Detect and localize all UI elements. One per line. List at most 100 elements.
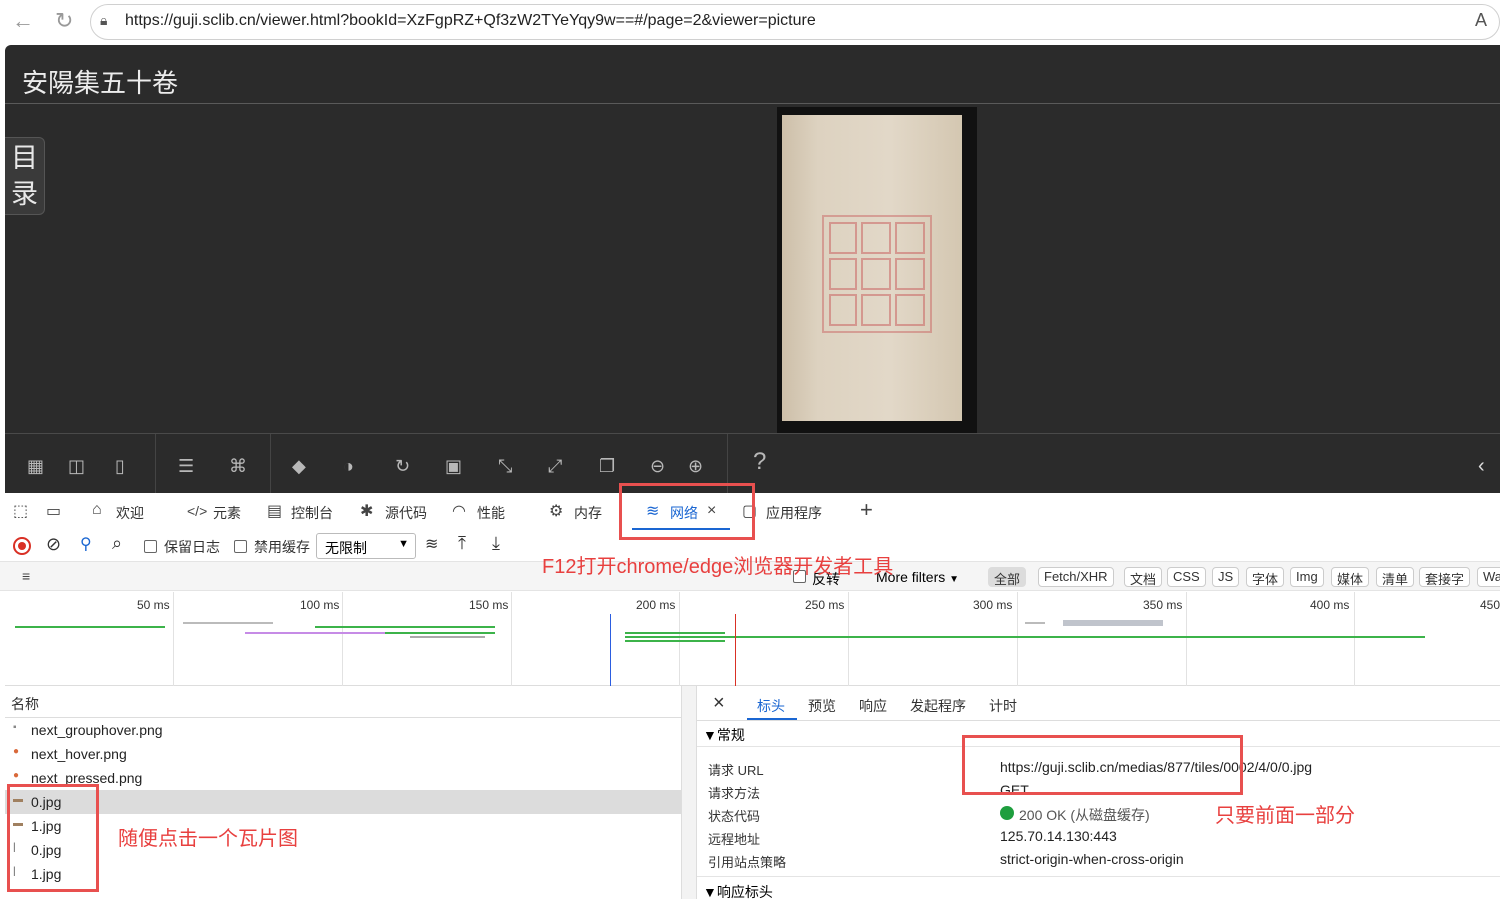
gridline — [848, 592, 849, 686]
filter-chip-css[interactable]: CSS — [1167, 567, 1206, 587]
filter-chip-all[interactable]: 全部 — [988, 567, 1027, 587]
tab-preview[interactable]: 预览 — [808, 696, 836, 716]
image-file-icon: ● — [13, 746, 20, 757]
tab-sources[interactable]: 源代码 — [385, 503, 427, 523]
tick-label: 450 — [1480, 598, 1500, 612]
list-item[interactable]: ▬ 0.jpg — [5, 790, 681, 814]
chevron-down-icon: ▼ — [398, 538, 409, 550]
toc-label: 目录 — [11, 143, 38, 209]
chevron-down-icon: ▼ — [949, 574, 960, 585]
network-tab-highlight — [619, 483, 755, 540]
tick-label: 100 ms — [300, 598, 340, 612]
filter-chip-doc[interactable]: 文档 — [1124, 567, 1163, 587]
list-item[interactable]: | 0.jpg — [5, 838, 681, 862]
preserve-log-label: 保留日志 — [164, 539, 220, 555]
timeline-bar — [1063, 620, 1163, 626]
fullscreen-icon[interactable]: ⤢ — [548, 456, 562, 476]
book-page-image[interactable] — [777, 107, 977, 433]
read-aloud-icon[interactable]: A — [1475, 10, 1487, 31]
tab-performance[interactable]: 性能 — [477, 503, 505, 523]
url-text[interactable]: https://guji.sclib.cn/viewer.html?bookId… — [125, 12, 816, 30]
help-icon[interactable]: ? — [753, 450, 766, 474]
field-value[interactable]: 125.70.14.130:443 — [1000, 828, 1117, 844]
list-item[interactable]: ● next_hover.png — [5, 742, 681, 766]
reload-icon[interactable]: ↻ — [55, 8, 73, 34]
device-toggle-icon[interactable]: ▭ — [46, 501, 61, 521]
gridline — [679, 592, 680, 686]
inspect-icon[interactable]: ⬚ — [13, 501, 28, 521]
filter-chip-manifest[interactable]: 清单 — [1376, 567, 1415, 587]
timeline-bar — [685, 636, 1425, 638]
shrink-icon[interactable]: ⤡ — [498, 456, 512, 476]
memory-chip-icon: ⚙ — [549, 503, 564, 520]
tab-application[interactable]: 应用程序 — [766, 503, 822, 523]
copy-icon[interactable]: ❐ — [599, 456, 615, 476]
rotate-icon[interactable]: ↻ — [395, 456, 410, 476]
close-detail-icon[interactable]: × — [713, 692, 725, 715]
filter-lines-icon[interactable]: ≡ — [22, 568, 30, 584]
field-value[interactable]: strict-origin-when-cross-origin — [1000, 851, 1184, 867]
filter-icon[interactable]: ⚲ — [80, 534, 92, 554]
response-headers-section[interactable]: ▼响应标头 — [703, 882, 773, 902]
add-tab-icon[interactable]: + — [860, 497, 873, 523]
back-icon[interactable]: ← — [12, 8, 34, 34]
zoom-in-icon[interactable]: ⊕ — [688, 456, 703, 476]
timeline-bar — [245, 632, 385, 634]
list-item[interactable]: | 1.jpg — [5, 862, 681, 886]
filter-chip-js[interactable]: JS — [1212, 567, 1240, 587]
console-icon: ▤ — [267, 503, 283, 520]
filter-chip-fetch[interactable]: Fetch/XHR — [1038, 567, 1114, 587]
timeline-bar — [410, 636, 485, 638]
search-icon[interactable]: ⌕ — [112, 533, 122, 554]
network-timeline[interactable]: 50 ms 100 ms 150 ms 200 ms 250 ms 300 ms… — [5, 592, 1500, 686]
collapse-chevron-icon[interactable]: ‹ — [1478, 456, 1485, 476]
field-value[interactable]: 200 OK (从磁盘缓存) — [1019, 805, 1150, 825]
throttle-select[interactable]: 无限制 ▼ — [316, 533, 416, 559]
filter-chip-socket[interactable]: 套接字 — [1419, 567, 1471, 587]
double-page-icon[interactable]: ◫ — [68, 456, 85, 476]
click-tile-hint: 随便点击一个瓦片图 — [118, 828, 298, 850]
filter-chip-img[interactable]: Img — [1290, 567, 1324, 587]
disable-cache-checkbox[interactable] — [234, 540, 247, 553]
grid-view-icon[interactable]: ▦ — [27, 456, 44, 476]
field-key: 引用站点策略 — [708, 855, 787, 870]
timeline-bar — [625, 632, 725, 634]
import-icon[interactable]: ⤒ — [458, 533, 466, 554]
tab-initiator[interactable]: 发起程序 — [910, 696, 966, 716]
tab-elements[interactable]: 元素 — [213, 503, 241, 523]
overlay-icon[interactable]: ▣ — [445, 456, 462, 476]
lock-icon[interactable]: 🔒︎ — [100, 12, 107, 29]
clear-icon[interactable]: ⊘ — [46, 534, 61, 555]
flip-icon[interactable]: ◆ — [292, 456, 306, 476]
list-item[interactable]: ▪ next_grouphover.png — [5, 718, 681, 742]
network-conditions-icon[interactable]: ≋ — [425, 534, 438, 554]
zoom-out-icon[interactable]: ⊖ — [650, 456, 665, 476]
toc-button[interactable]: 目录 — [5, 137, 45, 215]
tab-timing[interactable]: 计时 — [989, 696, 1017, 716]
tick-label: 400 ms — [1310, 598, 1350, 612]
tab-response[interactable]: 响应 — [859, 696, 887, 716]
general-section-header[interactable]: ▼常规 — [703, 725, 745, 745]
filter-chip-wasm[interactable]: Wa — [1477, 567, 1500, 587]
filter-chip-media[interactable]: 媒体 — [1331, 567, 1370, 587]
panel-splitter[interactable] — [681, 686, 697, 899]
list-item[interactable]: ● next_pressed.png — [5, 766, 681, 790]
export-icon[interactable]: ⤓ — [492, 533, 500, 554]
list-item[interactable]: ▬ 1.jpg — [5, 814, 681, 838]
tab-welcome[interactable]: 欢迎 — [116, 503, 144, 523]
tab-headers[interactable]: 标头 — [757, 696, 785, 716]
single-page-icon[interactable]: ▯ — [115, 456, 125, 476]
status-ok-dot — [1000, 806, 1014, 820]
list-icon[interactable]: ☰ — [178, 456, 194, 476]
contrast-icon[interactable]: ◑ — [343, 456, 354, 476]
preserve-log-checkbox[interactable] — [144, 540, 157, 553]
gridline — [1186, 592, 1187, 686]
divider — [697, 876, 1500, 877]
filter-chip-font[interactable]: 字体 — [1246, 567, 1285, 587]
tab-console[interactable]: 控制台 — [291, 503, 333, 523]
tab-memory[interactable]: 内存 — [574, 503, 602, 523]
timeline-bar — [625, 640, 725, 642]
name-column-header[interactable]: 名称 — [5, 686, 681, 718]
text-icon[interactable]: ⌘ — [229, 456, 247, 476]
field-key: 请求 URL — [708, 763, 764, 778]
